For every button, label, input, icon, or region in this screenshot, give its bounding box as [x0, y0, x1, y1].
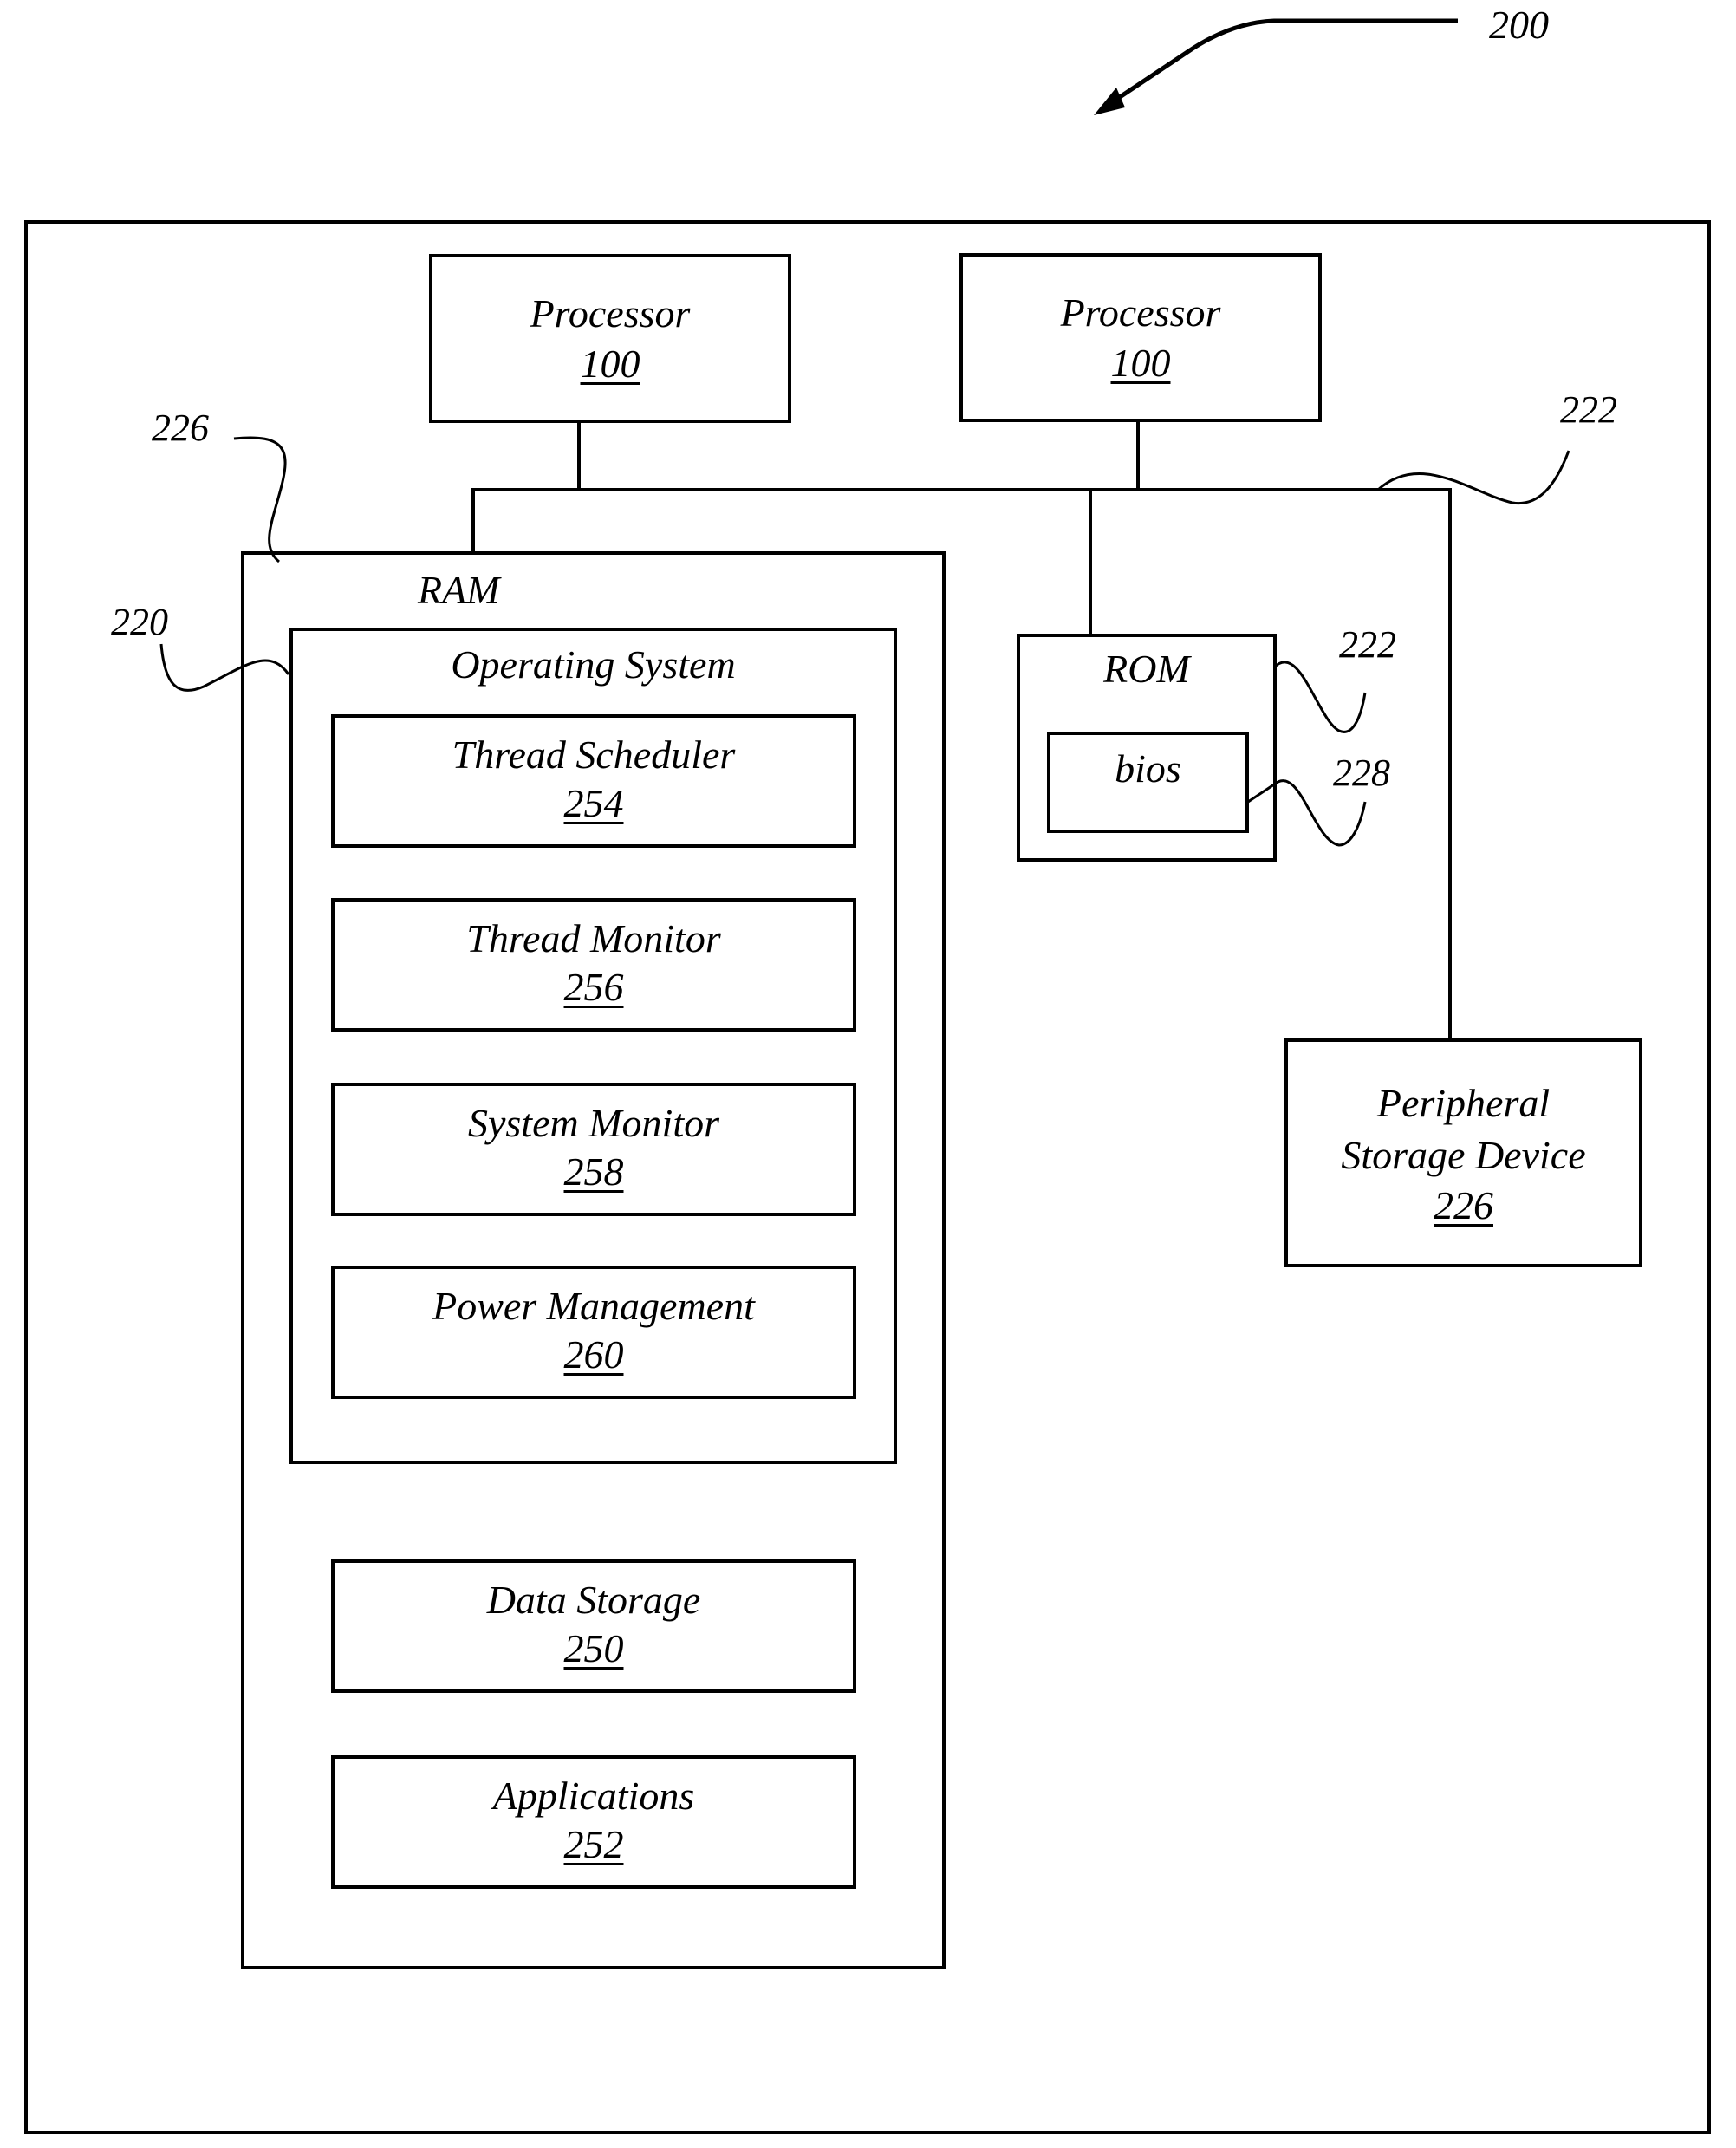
processor-number: 100 — [580, 342, 640, 386]
module-thread-monitor: Thread Monitor 256 — [331, 898, 856, 1032]
module-label: Thread Scheduler — [452, 732, 736, 777]
os-ref: 220 — [111, 601, 168, 643]
module-label: Power Management — [432, 1284, 755, 1328]
processor-box-1: Processor 100 — [429, 254, 791, 423]
module-applications: Applications 252 — [331, 1755, 856, 1889]
module-thread-scheduler: Thread Scheduler 254 — [331, 714, 856, 848]
module-number: 260 — [563, 1332, 624, 1377]
processor-label: Processor — [530, 291, 691, 335]
bus-ref: 222 — [1560, 388, 1617, 431]
module-label: Data Storage — [486, 1578, 701, 1622]
module-label: Thread Monitor — [466, 916, 721, 960]
peripheral-number: 226 — [1434, 1183, 1493, 1227]
os-label: Operating System — [451, 642, 736, 687]
module-label: Applications — [492, 1774, 695, 1818]
module-number: 252 — [563, 1822, 624, 1866]
module-data-storage: Data Storage 250 — [331, 1559, 856, 1693]
figure-arrow — [1108, 18, 1458, 107]
figure-reference: 200 — [1489, 3, 1549, 47]
module-power-management: Power Management 260 — [331, 1266, 856, 1399]
ram-ref: 226 — [152, 407, 209, 449]
processor-label: Processor — [1060, 290, 1221, 335]
module-number: 256 — [563, 965, 624, 1009]
module-system-monitor: System Monitor 258 — [331, 1083, 856, 1216]
rom-ref: 222 — [1339, 623, 1396, 666]
arrowhead-icon — [1094, 88, 1125, 115]
peripheral-label-line1: Peripheral — [1376, 1081, 1551, 1125]
peripheral-label-line2: Storage Device — [1341, 1133, 1586, 1177]
ram-label: RAM — [418, 568, 500, 612]
module-number: 250 — [563, 1626, 624, 1670]
module-number: 258 — [563, 1149, 624, 1194]
bios-box: bios — [1047, 732, 1249, 833]
bios-label: bios — [1115, 746, 1181, 791]
processor-box-2: Processor 100 — [959, 253, 1322, 422]
processor-number: 100 — [1110, 341, 1171, 385]
module-label: System Monitor — [467, 1101, 719, 1145]
peripheral-storage-box: Peripheral Storage Device 226 — [1284, 1038, 1642, 1267]
bios-ref: 228 — [1333, 752, 1390, 794]
rom-label: ROM — [1103, 647, 1190, 691]
module-number: 254 — [563, 781, 624, 825]
